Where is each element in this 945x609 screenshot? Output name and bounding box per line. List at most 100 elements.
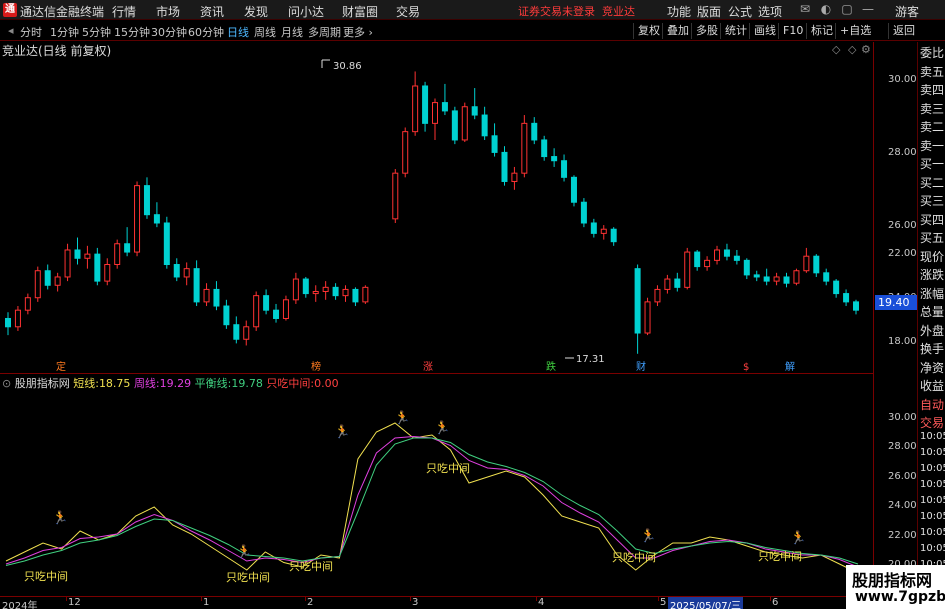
event-marker[interactable]: 财 <box>636 360 646 373</box>
candle-body <box>531 122 538 141</box>
candle-body <box>580 201 587 224</box>
candle-body <box>634 268 641 334</box>
date-label: 6 <box>772 597 779 608</box>
toolbar-add-watchlist[interactable]: +自选 <box>835 23 871 39</box>
side-panel-item[interactable]: 自动 <box>920 396 944 414</box>
side-panel-item[interactable]: 10:05 <box>920 430 945 444</box>
toolbar-back[interactable]: 返回 <box>888 23 915 39</box>
side-panel-item[interactable]: 买四 <box>920 211 944 229</box>
menu-zixun[interactable]: 资讯 <box>200 3 224 20</box>
event-marker[interactable]: 解 <box>785 360 795 373</box>
period-5min[interactable]: 5分钟 <box>82 24 111 40</box>
menu-gongshi[interactable]: 公式 <box>728 3 752 20</box>
toolbar-diejia[interactable]: 叠加 <box>662 23 689 39</box>
menu-wenxiaoda[interactable]: 问小达 <box>288 3 324 20</box>
candle-body <box>501 151 508 182</box>
candle-body <box>570 176 577 203</box>
guest-label[interactable]: 游客 <box>895 3 919 20</box>
zhichi-annotation: 只吃中间 <box>289 560 333 573</box>
event-marker[interactable]: 榜 <box>311 360 321 373</box>
toolbar-f10[interactable]: F10 <box>778 23 803 39</box>
toolbar-tongji[interactable]: 统计 <box>720 23 747 39</box>
side-panel-item[interactable]: 卖二 <box>920 118 944 136</box>
period-multi[interactable]: 多周期 <box>308 24 341 40</box>
y-tick: 22.00 <box>888 248 917 259</box>
period-more[interactable]: 更多 › <box>343 24 373 40</box>
period-15min[interactable]: 15分钟 <box>114 24 150 40</box>
candle-body <box>843 293 850 303</box>
candle-body <box>44 270 51 286</box>
side-panel-item[interactable]: 卖三 <box>920 100 944 118</box>
main-chart-pane[interactable]: 竞业达(日线 前复权) ◇ ◇ ⚙ 定 榜 涨 跌 财 $ 解 30.86 17… <box>0 42 873 373</box>
side-panel-item[interactable]: 现价 <box>920 248 944 266</box>
ind-y-tick: 28.00 <box>888 441 917 452</box>
nav-arrow-icon[interactable]: ◂ <box>8 24 14 37</box>
side-panel-item[interactable]: 买二 <box>920 174 944 192</box>
candle-body <box>441 102 448 112</box>
side-panel-item[interactable]: 涨幅 <box>920 285 944 303</box>
period-30min[interactable]: 30分钟 <box>151 24 187 40</box>
menu-banmian[interactable]: 版面 <box>697 3 721 20</box>
candle-body <box>362 286 369 303</box>
side-panel-item[interactable]: 10:05 <box>920 446 945 460</box>
indicator-pane[interactable]: ⊙ 股朋指标网 短线:18.75 周线:19.29 平衡线:19.78 只吃中间… <box>0 374 873 596</box>
candle-body <box>654 288 661 303</box>
expand-icon[interactable]: ▢ <box>839 1 855 17</box>
side-panel-item[interactable]: 收益 <box>920 377 944 395</box>
side-panel-item[interactable]: 10:05 <box>920 462 945 476</box>
side-panel-item[interactable]: 委比 <box>920 44 944 62</box>
side-panel-item[interactable]: 卖五 <box>920 63 944 81</box>
runner-icon: 🏃 <box>236 544 252 560</box>
menu-jiaoyi[interactable]: 交易 <box>396 3 420 20</box>
side-panel-item[interactable]: 买五 <box>920 229 944 247</box>
runner-icon: 🏃 <box>790 530 806 546</box>
menu-faxian[interactable]: 发现 <box>244 3 268 20</box>
period-fenshi[interactable]: 分时 <box>20 24 42 40</box>
side-panel-item[interactable]: 总量 <box>920 303 944 321</box>
toolbar-huaxian[interactable]: 画线 <box>749 23 776 39</box>
side-panel-item[interactable]: 外盘 <box>920 322 944 340</box>
menu-shichang[interactable]: 市场 <box>156 3 180 20</box>
event-marker[interactable]: $ <box>743 362 749 373</box>
toolbar-duogu[interactable]: 多股 <box>691 23 718 39</box>
side-panel-item[interactable]: 10:05 <box>920 478 945 492</box>
message-icon[interactable]: ✉ <box>797 1 813 17</box>
period-monthly[interactable]: 月线 <box>281 24 303 40</box>
toolbar-fuquan[interactable]: 复权 <box>633 23 660 39</box>
event-marker[interactable]: 定 <box>56 360 66 373</box>
side-panel-item[interactable]: 卖四 <box>920 81 944 99</box>
candle-body <box>342 288 349 297</box>
side-panel-item[interactable]: 买三 <box>920 192 944 210</box>
side-panel-item[interactable]: 10:05 <box>920 526 945 540</box>
side-panel-item[interactable]: 净资 <box>920 359 944 377</box>
candle-body <box>183 268 190 278</box>
period-1min[interactable]: 1分钟 <box>50 24 79 40</box>
zhichi-annotation: 只吃中间 <box>426 462 470 475</box>
period-60min[interactable]: 60分钟 <box>188 24 224 40</box>
toolbar-biaoji[interactable]: 标记 <box>806 23 833 39</box>
period-daily[interactable]: 日线 <box>227 24 249 40</box>
side-panel-item[interactable]: 换手 <box>920 340 944 358</box>
side-panel-item[interactable]: 买一 <box>920 155 944 173</box>
side-panel-item[interactable]: 卖一 <box>920 137 944 155</box>
menu-caifuquan[interactable]: 财富圈 <box>342 3 378 20</box>
menu-gongneng[interactable]: 功能 <box>667 3 691 20</box>
side-panel-item[interactable]: 涨跌 <box>920 266 944 284</box>
candle-body <box>104 264 111 282</box>
skin-icon[interactable]: ◐ <box>818 1 834 17</box>
side-panel-item[interactable]: 10:05 <box>920 494 945 508</box>
date-label: 4 <box>538 597 545 608</box>
side-panel-item[interactable]: 10:05 <box>920 542 945 556</box>
date-label: 2024年 <box>2 601 38 609</box>
candle-body <box>64 249 71 278</box>
login-notice[interactable]: 证券交易未登录 竞业达 <box>518 3 635 19</box>
date-axis: 2024年 12 1 2 3 4 5 2025/05/07/三 6 <box>0 596 873 609</box>
side-panel-item[interactable]: 10:05 <box>920 510 945 524</box>
menu-xuanxiang[interactable]: 选项 <box>758 3 782 20</box>
candle-body <box>461 106 468 141</box>
menu-hangqing[interactable]: 行情 <box>112 3 136 20</box>
period-weekly[interactable]: 周线 <box>254 24 276 40</box>
event-marker[interactable]: 跌 <box>546 360 556 373</box>
minimize-icon[interactable]: — <box>860 1 876 17</box>
event-marker[interactable]: 涨 <box>423 361 433 373</box>
